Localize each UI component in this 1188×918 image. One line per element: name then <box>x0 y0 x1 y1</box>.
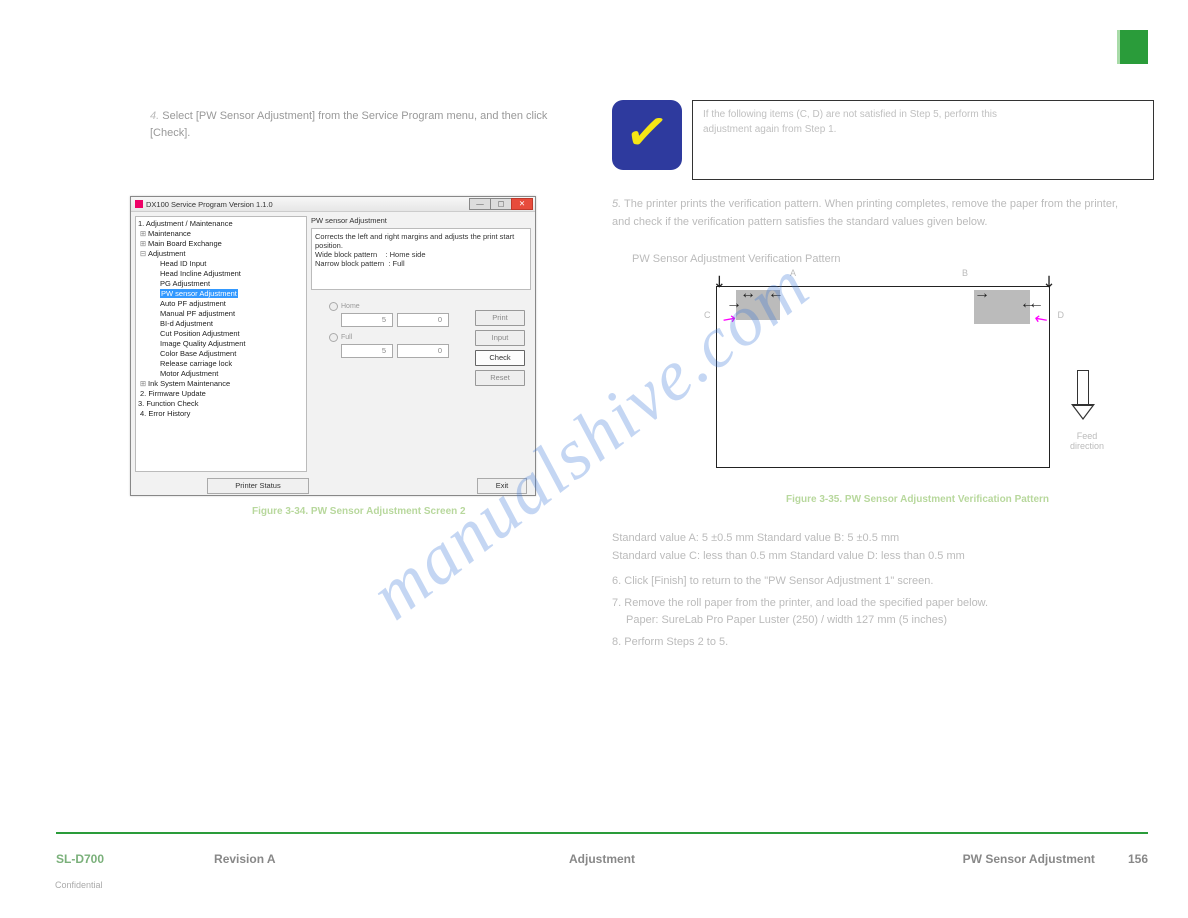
label-feed: Feed direction <box>1062 432 1112 452</box>
full-label: Full <box>341 334 352 341</box>
confidential-text: Confidential <box>55 880 103 890</box>
home-value-1[interactable]: 5 <box>341 313 393 327</box>
maximize-button[interactable]: ▢ <box>490 198 512 210</box>
tree-item[interactable]: BI-d Adjustment <box>160 319 304 329</box>
arrow-icon: → <box>974 286 990 302</box>
tree-root[interactable]: 1. Adjustment / Maintenance <box>138 219 233 228</box>
tree-main-board[interactable]: Main Board Exchange <box>148 239 222 248</box>
standards-and-steps: Standard value A: 5 ±0.5 mm Standard val… <box>612 530 1142 652</box>
tree-item[interactable]: Color Base Adjustment <box>160 349 304 359</box>
tree-item[interactable]: PG Adjustment <box>160 279 304 289</box>
header-accent-bar <box>1117 30 1148 64</box>
tree-item[interactable]: Cut Position Adjustment <box>160 329 304 339</box>
step-7-label: 7. <box>612 597 621 609</box>
exit-button[interactable]: Exit <box>477 478 527 494</box>
tree-item[interactable]: Auto PF adjustment <box>160 299 304 309</box>
standard-c-d: Standard value C: less than 0.5 mm Stand… <box>612 548 1142 566</box>
footer-revision: Revision A <box>214 852 276 866</box>
step-4-line2: [Check]. <box>150 127 190 139</box>
label-a: A <box>790 268 796 278</box>
tree-item-selected[interactable]: PW sensor Adjustment <box>160 289 238 298</box>
full-radio[interactable] <box>329 333 338 342</box>
check-icon: ✓ <box>622 104 672 162</box>
tree-item[interactable]: Release carriage lock <box>160 359 304 369</box>
paper-spec: Paper: SureLab Pro Paper Luster (250) / … <box>626 612 1142 630</box>
navigation-tree[interactable]: ⊟1. Adjustment / Maintenance ⊞Maintenanc… <box>135 216 307 472</box>
tree-ink-system[interactable]: Ink System Maintenance <box>148 379 230 388</box>
footer-page: 156 <box>1128 852 1148 866</box>
tree-function-check[interactable]: 3. Function Check <box>138 399 198 408</box>
print-button[interactable]: Print <box>475 310 525 326</box>
input-button[interactable]: Input <box>475 330 525 346</box>
footer-section: Adjustment <box>569 852 635 866</box>
verification-heading: PW Sensor Adjustment Verification Patter… <box>632 251 1132 269</box>
step-4-line1: Select [PW Sensor Adjustment] from the S… <box>162 110 547 122</box>
tree-item[interactable]: Head Incline Adjustment <box>160 269 304 279</box>
description-box: Corrects the left and right margins and … <box>311 228 531 290</box>
verification-pattern-diagram: ↘ ↘ → ↔ → ↗ → → ← ↗ A B C D Feed directi… <box>712 282 1054 470</box>
arrow-icon: → <box>768 286 784 302</box>
tree-adjustment[interactable]: Adjustment <box>148 249 186 258</box>
tree-maintenance[interactable]: Maintenance <box>148 229 191 238</box>
step-5-text: The printer prints the verification patt… <box>612 198 1118 228</box>
tree-item[interactable]: Head ID Input <box>160 259 304 269</box>
full-value-1[interactable]: 5 <box>341 344 393 358</box>
window-title: DX100 Service Program Version 1.1.0 <box>146 200 273 209</box>
label-b: B <box>962 268 968 278</box>
home-label: Home <box>341 303 360 310</box>
standard-a-b: Standard value A: 5 ±0.5 mm Standard val… <box>612 530 1142 548</box>
footer-title: PW Sensor Adjustment <box>963 852 1095 866</box>
full-value-2[interactable]: 0 <box>397 344 449 358</box>
minimize-button[interactable]: — <box>469 198 491 210</box>
step-4-label: 4. <box>150 110 159 122</box>
figure-caption-1: Figure 3-34. PW Sensor Adjustment Screen… <box>252 506 466 517</box>
close-button[interactable]: ✕ <box>511 198 533 210</box>
step-7-text: Remove the roll paper from the printer, … <box>624 597 988 609</box>
home-value-2[interactable]: 0 <box>397 313 449 327</box>
step-6-label: 6. <box>612 575 621 587</box>
section-title: PW sensor Adjustment <box>311 216 531 225</box>
tree-item[interactable]: Motor Adjustment <box>160 369 304 379</box>
app-icon <box>135 200 143 208</box>
step-8-text: Perform Steps 2 to 5. <box>624 636 728 648</box>
service-program-window: DX100 Service Program Version 1.1.0 — ▢ … <box>130 196 536 496</box>
window-titlebar: DX100 Service Program Version 1.1.0 — ▢ … <box>131 197 535 212</box>
checkpoint-text-box: If the following items (C, D) are not sa… <box>692 100 1154 180</box>
figure-caption-2: Figure 3-35. PW Sensor Adjustment Verifi… <box>786 494 1049 505</box>
tree-item[interactable]: Manual PF adjustment <box>160 309 304 319</box>
tree-firmware[interactable]: 2. Firmware Update <box>140 389 304 399</box>
check-badge: ✓ <box>612 100 682 170</box>
step-4-text: 4. Select [PW Sensor Adjustment] from th… <box>150 108 547 141</box>
step-5-block: 5. The printer prints the verification p… <box>612 196 1132 269</box>
tree-item[interactable]: Image Quality Adjustment <box>160 339 304 349</box>
feed-direction-arrow <box>1072 370 1094 420</box>
check-button[interactable]: Check <box>475 350 525 366</box>
label-c: C <box>704 310 711 320</box>
footer-model: SL-D700 <box>56 852 104 866</box>
label-d: D <box>1058 310 1065 320</box>
reset-button[interactable]: Reset <box>475 370 525 386</box>
step-5-label: 5. <box>612 198 621 210</box>
arrow-icon: ↔ <box>740 286 756 302</box>
page-footer: SL-D700 Revision A Adjustment PW Sensor … <box>56 832 1148 866</box>
tree-error-history[interactable]: 4. Error History <box>140 409 304 419</box>
step-8-label: 8. <box>612 636 621 648</box>
step-6-text: Click [Finish] to return to the "PW Sens… <box>624 575 933 587</box>
home-radio[interactable] <box>329 302 338 311</box>
printer-status-button[interactable]: Printer Status <box>207 478 309 494</box>
